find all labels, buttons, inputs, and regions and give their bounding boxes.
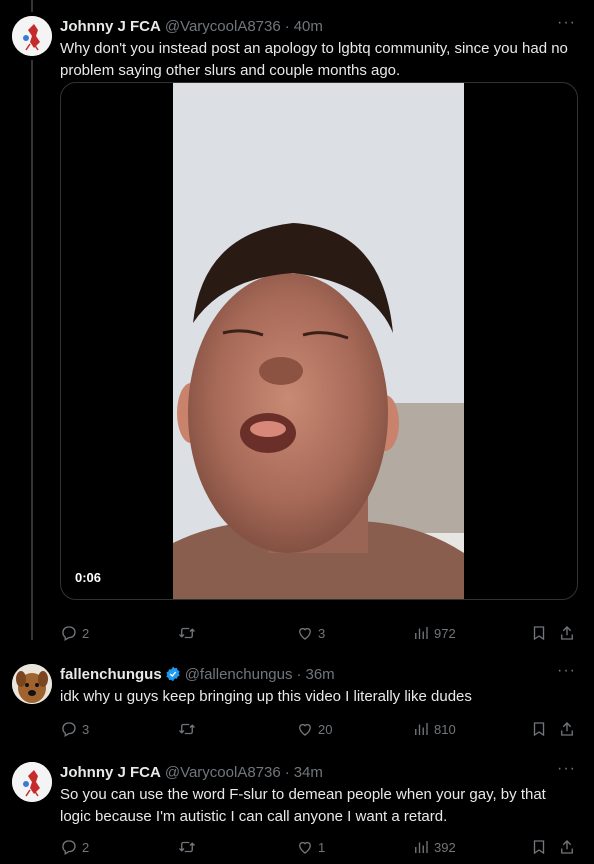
retweet-icon [179, 723, 195, 735]
separator-dot: · [284, 763, 290, 781]
tweet-header: fallenchungus @fallenchungus · 36m [60, 664, 335, 684]
views-count: 810 [434, 721, 456, 737]
video-duration: 0:06 [75, 570, 102, 585]
views-count: 392 [434, 839, 456, 855]
verified-badge-icon [165, 666, 181, 682]
tweet-header: Johnny J FCA @VarycoolA8736 · 34m [60, 762, 323, 782]
like-count: 20 [318, 721, 333, 737]
reply-count: 3 [82, 721, 90, 737]
tweet-header: Johnny J FCA @VarycoolA8736 · 40m [60, 16, 323, 36]
timestamp[interactable]: 36m [306, 666, 335, 683]
like-count: 3 [318, 625, 326, 641]
views-icon [415, 627, 428, 639]
avatar[interactable] [12, 762, 52, 802]
reply-icon [62, 626, 76, 641]
tweet-text: Why don't you instead post an apology to… [60, 40, 568, 79]
retweet-icon [179, 627, 195, 639]
reply-icon [62, 722, 76, 737]
like-count: 1 [318, 839, 326, 855]
share-icon [561, 840, 573, 854]
reply-button[interactable]: 2 [60, 838, 89, 856]
user-handle[interactable]: @VarycoolA8736 [165, 764, 281, 781]
bookmark-icon [533, 722, 545, 737]
retweet-icon [179, 841, 195, 853]
views-button[interactable]: 810 [412, 720, 456, 738]
retweet-button[interactable] [178, 624, 200, 642]
bookmark-button[interactable] [530, 838, 548, 856]
like-button[interactable]: 20 [296, 720, 332, 738]
retweet-button[interactable] [178, 838, 200, 856]
display-name[interactable]: Johnny J FCA [60, 764, 161, 781]
avatar[interactable] [12, 664, 52, 704]
user-handle[interactable]: @fallenchungus [185, 666, 293, 683]
bookmark-button[interactable] [530, 720, 548, 738]
separator-dot: · [284, 17, 290, 35]
bookmark-icon [533, 626, 545, 641]
tweet-text: idk why u guys keep bringing up this vid… [60, 688, 472, 705]
views-icon [415, 841, 428, 853]
tweet-text: So you can use the word F-slur to demean… [60, 786, 546, 825]
heart-icon [299, 627, 311, 640]
user-handle[interactable]: @VarycoolA8736 [165, 18, 281, 35]
thread-line-top [31, 0, 33, 12]
retweet-button[interactable] [178, 720, 200, 738]
reply-icon [62, 840, 76, 855]
display-name[interactable]: fallenchungus [60, 666, 162, 683]
video-player[interactable]: 0:06 [60, 82, 578, 600]
share-button[interactable] [558, 624, 576, 642]
tweet-actions: 2 1 392 [60, 838, 580, 858]
reply-count: 2 [82, 625, 90, 641]
display-name[interactable]: Johnny J FCA [60, 18, 161, 35]
like-button[interactable]: 1 [296, 838, 325, 856]
bookmark-icon [533, 840, 545, 855]
tweet[interactable]: Johnny J FCA @VarycoolA8736 · 40m ··· Wh… [0, 15, 594, 656]
bookmark-button[interactable] [530, 624, 548, 642]
tweet[interactable]: Johnny J FCA @VarycoolA8736 · 34m ··· So… [0, 761, 594, 864]
separator-dot: · [296, 665, 302, 683]
tweet-actions: 3 20 810 [60, 720, 580, 740]
reply-button[interactable]: 3 [60, 720, 89, 738]
timestamp[interactable]: 34m [294, 764, 323, 781]
reply-count: 2 [82, 839, 90, 855]
heart-icon [299, 841, 311, 854]
like-button[interactable]: 3 [296, 624, 325, 642]
share-button[interactable] [558, 838, 576, 856]
heart-icon [299, 723, 311, 736]
more-icon[interactable]: ··· [557, 15, 576, 31]
more-icon[interactable]: ··· [557, 761, 576, 777]
more-icon[interactable]: ··· [557, 663, 576, 679]
views-button[interactable]: 392 [412, 838, 456, 856]
share-button[interactable] [558, 720, 576, 738]
tweet-actions: 2 3 972 [60, 624, 580, 644]
views-count: 972 [434, 625, 456, 641]
views-icon [415, 723, 428, 735]
avatar[interactable] [12, 16, 52, 56]
share-icon [561, 722, 573, 736]
views-button[interactable]: 972 [412, 624, 456, 642]
reply-button[interactable]: 2 [60, 624, 89, 642]
tweet[interactable]: fallenchungus @fallenchungus · 36m ··· i… [0, 663, 594, 754]
share-icon [561, 626, 573, 640]
timestamp[interactable]: 40m [294, 18, 323, 35]
video-frame[interactable] [173, 83, 464, 599]
